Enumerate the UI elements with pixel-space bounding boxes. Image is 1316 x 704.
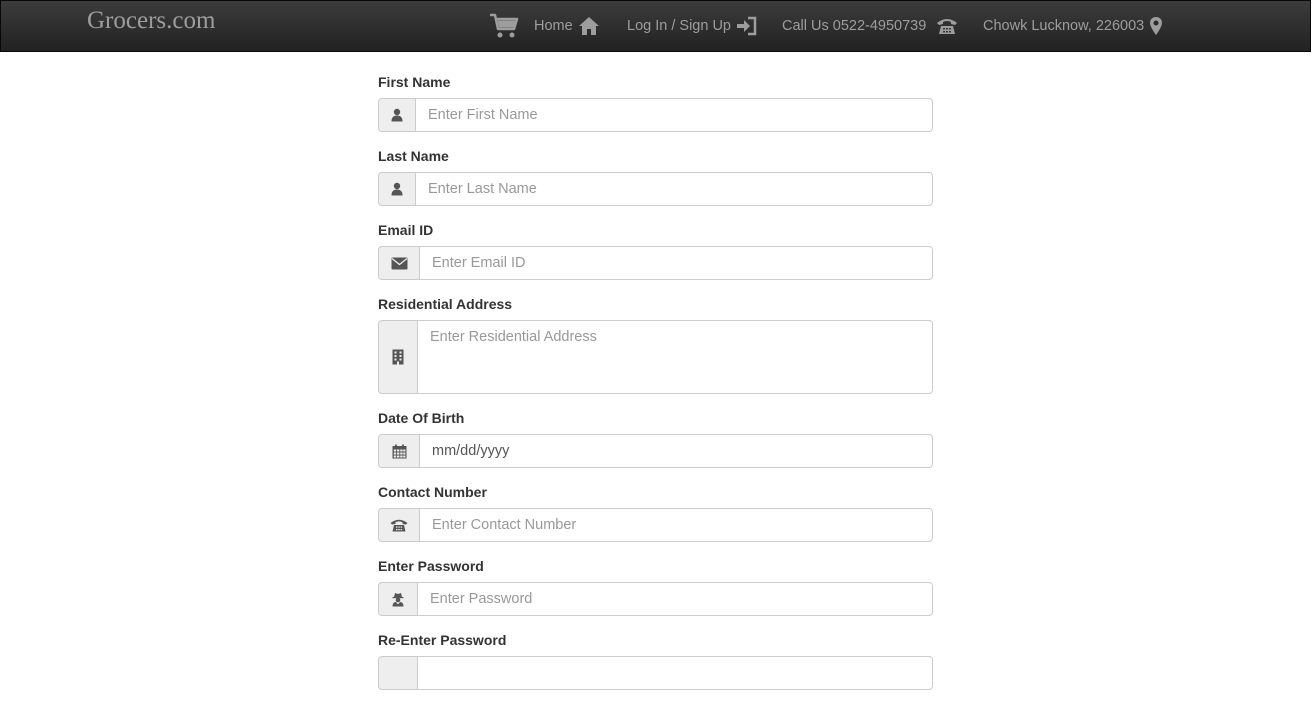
reenter-password-input-group — [378, 656, 933, 690]
password-input[interactable] — [417, 582, 933, 616]
contact-label: Contact Number — [378, 484, 487, 500]
first-name-input[interactable] — [415, 98, 933, 132]
address-label: Residential Address — [378, 296, 513, 312]
home-icon — [578, 16, 600, 36]
first-name-group: First Name — [378, 72, 933, 132]
dob-input[interactable] — [419, 434, 933, 468]
phone-icon — [378, 508, 419, 542]
email-group: Email ID — [378, 220, 933, 280]
user-secret-icon — [378, 656, 417, 690]
last-name-group: Last Name — [378, 146, 933, 206]
reenter-password-label: Re-Enter Password — [378, 632, 507, 648]
nav-call-label: Call Us 0522-4950739 — [782, 18, 927, 34]
cart-link[interactable] — [489, 1, 519, 51]
last-name-input-group — [378, 172, 933, 206]
address-group: Residential Address — [378, 294, 933, 394]
nav-login-link[interactable]: Log In / Sign Up — [627, 1, 758, 51]
reenter-password-input[interactable] — [417, 656, 933, 690]
user-secret-icon — [378, 582, 417, 616]
brand-logo[interactable]: Grocers.com — [87, 7, 215, 35]
dob-input-group — [378, 434, 933, 468]
first-name-input-group — [378, 98, 933, 132]
nav-location-link[interactable]: Chowk Lucknow, 226003 — [983, 1, 1163, 51]
password-input-group — [378, 582, 933, 616]
user-icon — [378, 98, 415, 132]
shopping-cart-icon[interactable] — [489, 12, 519, 40]
email-label: Email ID — [378, 222, 434, 238]
nav-login-label: Log In / Sign Up — [627, 18, 731, 34]
first-name-label: First Name — [378, 74, 451, 90]
contact-input[interactable] — [419, 508, 933, 542]
dob-label: Date Of Birth — [378, 410, 465, 426]
log-in-icon — [736, 16, 758, 36]
contact-input-group — [378, 508, 933, 542]
top-navbar: Grocers.com Home Log In / Sign Up Call U… — [0, 0, 1311, 52]
address-input-group — [378, 320, 933, 394]
reenter-password-group: Re-Enter Password — [378, 630, 933, 690]
user-icon — [378, 172, 415, 206]
last-name-label: Last Name — [378, 148, 449, 164]
map-marker-icon — [1149, 16, 1163, 36]
contact-group: Contact Number — [378, 482, 933, 542]
nav-call-link[interactable]: Call Us 0522-4950739 — [782, 1, 958, 51]
dob-group: Date Of Birth — [378, 408, 933, 468]
address-textarea[interactable] — [417, 320, 933, 394]
nav-home-link[interactable]: Home — [534, 1, 600, 51]
calendar-icon — [378, 434, 419, 468]
building-icon — [378, 320, 417, 394]
nav-home-label: Home — [534, 18, 573, 34]
signup-form: First Name Last Name Email ID Residentia… — [378, 70, 933, 704]
envelope-icon — [378, 246, 419, 280]
email-input-group — [378, 246, 933, 280]
nav-location-label: Chowk Lucknow, 226003 — [983, 18, 1145, 34]
email-input[interactable] — [419, 246, 933, 280]
password-label: Enter Password — [378, 558, 484, 574]
phone-icon — [936, 17, 958, 35]
password-group: Enter Password — [378, 556, 933, 616]
last-name-input[interactable] — [415, 172, 933, 206]
